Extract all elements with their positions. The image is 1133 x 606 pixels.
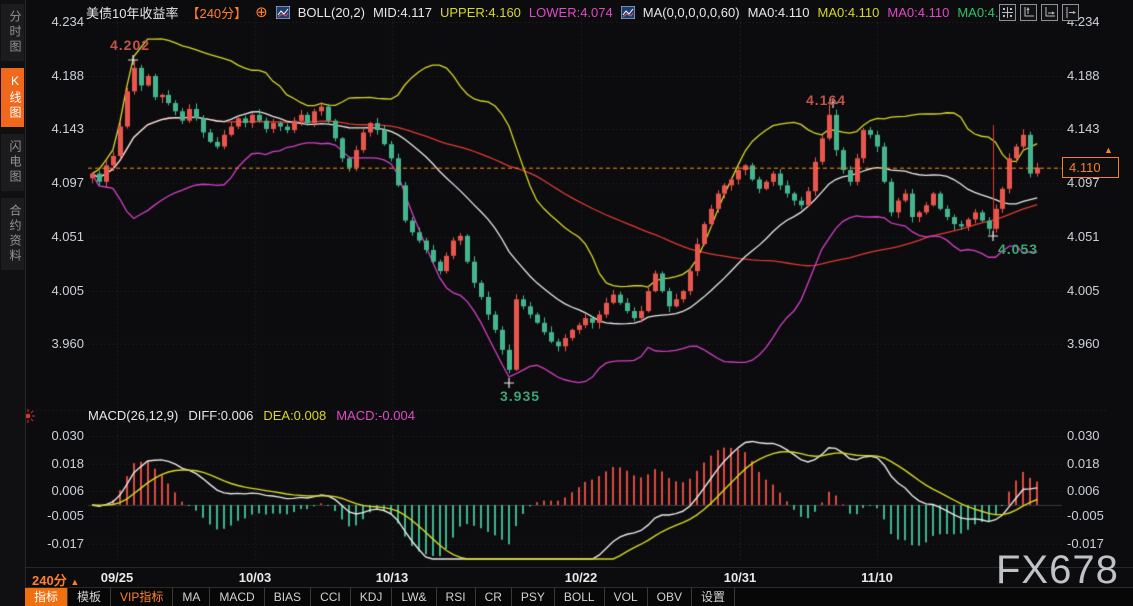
- macd-axis-label-left: -0.017: [30, 536, 84, 552]
- macd-axis-label-left: 0.018: [30, 456, 84, 472]
- sidebar-item-kline-chart[interactable]: K线图: [1, 68, 24, 127]
- price-axis-label-right: 4.051: [1067, 229, 1100, 245]
- ma-label: MA(0,0,0,0,0,60): [643, 5, 740, 20]
- bottom-tab-bar: 指标模板VIP指标MAMACDBIASCCIKDJLW&RSICRPSYBOLL…: [25, 587, 1133, 606]
- price-axis-label-left: 4.005: [30, 283, 84, 299]
- bottom-tab-13[interactable]: VOL: [605, 588, 648, 606]
- period-up-arrow-icon: ▲: [70, 577, 79, 587]
- ma0-value-1: MA0:4.110: [748, 5, 810, 20]
- price-annotation: 3.935: [500, 388, 540, 404]
- macd-label: MACD(26,12,9): [88, 408, 178, 423]
- bottom-tab-14[interactable]: OBV: [648, 588, 692, 606]
- chart-toolbar: [999, 4, 1079, 21]
- macd-axis-label-right: 0.006: [1067, 483, 1100, 499]
- chart-header: 美债10年收益率 【240分】 ⊕ BOLL(20,2) MID:4.117 U…: [86, 3, 1006, 21]
- boll-lower-value: LOWER:4.074: [529, 5, 613, 20]
- macd-diff-value: DIFF:0.006: [188, 408, 253, 423]
- add-indicator-icon[interactable]: ⊕: [255, 6, 268, 19]
- time-axis-date: 11/10: [852, 570, 902, 585]
- pan-right-icon[interactable]: [1062, 4, 1079, 21]
- time-axis-date: 10/31: [715, 570, 765, 585]
- macd-axis-label-left: 0.006: [30, 483, 84, 499]
- bottom-tab-3[interactable]: MA: [173, 588, 210, 606]
- macd-header: MACD(26,12,9) DIFF:0.006 DEA:0.008 MACD:…: [88, 408, 415, 423]
- bottom-tab-15[interactable]: 设置: [692, 588, 735, 606]
- sidebar-item-time-chart[interactable]: 分时图: [1, 4, 24, 61]
- current-price-box: 4.110: [1062, 157, 1119, 178]
- price-annotation: 4.202: [110, 37, 150, 53]
- crosshair-icon[interactable]: [999, 4, 1016, 21]
- ma0-value-2: MA0:4.110: [817, 5, 879, 20]
- boll-label: BOLL(20,2): [298, 5, 365, 20]
- bottom-tab-4[interactable]: MACD: [210, 588, 264, 606]
- kline-app: { "header": { "title": "美债10年收益率", "peri…: [0, 0, 1133, 606]
- period-label[interactable]: 【240分】: [186, 3, 247, 22]
- x-axis-zoom-icon[interactable]: [1041, 4, 1058, 21]
- mini-chart-icon[interactable]: [276, 6, 290, 19]
- time-axis-date: 10/22: [556, 570, 606, 585]
- boll-mid-value: MID:4.117: [373, 5, 432, 20]
- macd-axis-label-left: -0.005: [30, 508, 84, 524]
- price-up-arrow-icon: ▲: [1104, 145, 1113, 155]
- y-axis-zoom-icon[interactable]: [1020, 4, 1037, 21]
- price-axis-label-right: 4.005: [1067, 283, 1100, 299]
- time-axis-date: 09/25: [92, 570, 142, 585]
- macd-macd-value: MACD:-0.004: [336, 408, 415, 423]
- macd-dea-value: DEA:0.008: [263, 408, 326, 423]
- instrument-title: 美债10年收益率: [86, 3, 178, 22]
- price-axis-label-left: 4.234: [30, 14, 84, 30]
- price-annotation: 4.053: [998, 241, 1038, 257]
- time-axis-date: 10/03: [230, 570, 280, 585]
- bottom-tab-11[interactable]: PSY: [512, 588, 555, 606]
- bottom-tab-9[interactable]: RSI: [437, 588, 476, 606]
- price-axis-label-right: 4.188: [1067, 68, 1100, 84]
- price-axis-label-left: 4.051: [30, 229, 84, 245]
- bottom-tab-2[interactable]: VIP指标: [111, 588, 173, 606]
- kline-chart-canvas[interactable]: [0, 0, 1133, 606]
- ma0-value-3: MA0:4.110: [887, 5, 949, 20]
- bottom-tab-7[interactable]: KDJ: [351, 588, 393, 606]
- price-axis-label-right: 3.960: [1067, 336, 1100, 352]
- bottom-tab-10[interactable]: CR: [476, 588, 512, 606]
- price-annotation: 4.164: [806, 92, 846, 108]
- price-axis-label-left: 3.960: [30, 336, 84, 352]
- bottom-tab-1[interactable]: 模板: [68, 588, 111, 606]
- bottom-tab-8[interactable]: LW&: [392, 588, 436, 606]
- bottom-tab-0[interactable]: 指标: [25, 588, 68, 606]
- watermark: FX678: [996, 548, 1119, 593]
- macd-axis-label-right: 0.030: [1067, 428, 1100, 444]
- bottom-tab-12[interactable]: BOLL: [555, 588, 605, 606]
- price-axis-label-left: 4.097: [30, 175, 84, 191]
- mini-chart-icon[interactable]: [621, 6, 635, 19]
- boll-upper-value: UPPER:4.160: [440, 5, 521, 20]
- sidebar-item-contract-info[interactable]: 合约资料: [1, 198, 24, 270]
- bottom-tab-5[interactable]: BIAS: [265, 588, 311, 606]
- time-axis-row: 240分 ▲ 09/2510/0310/1310/2210/3111/10: [25, 568, 1133, 587]
- bottom-tab-6[interactable]: CCI: [311, 588, 351, 606]
- macd-axis-label-right: 0.018: [1067, 456, 1100, 472]
- sidebar-item-flash-chart[interactable]: 闪电图: [1, 134, 24, 191]
- chart-type-sidebar: 分时图 K线图闪电图合约资料: [0, 0, 26, 606]
- price-axis-label-right: 4.143: [1067, 121, 1100, 137]
- macd-axis-label-left: 0.030: [30, 428, 84, 444]
- price-axis-label-left: 4.188: [30, 68, 84, 84]
- time-axis-date: 10/13: [367, 570, 417, 585]
- price-axis-label-left: 4.143: [30, 121, 84, 137]
- macd-axis-label-right: -0.005: [1067, 508, 1104, 524]
